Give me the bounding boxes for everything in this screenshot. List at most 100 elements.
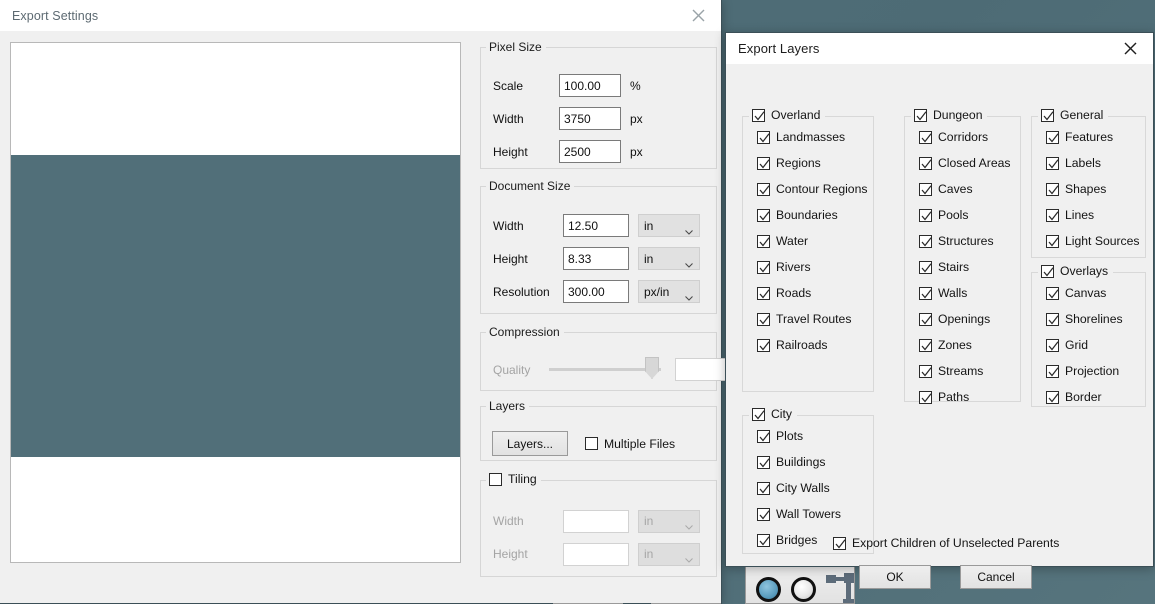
export-settings-window: Export Settings Pixel Size Scale 100.00 … [0, 0, 730, 604]
blue-orb-icon[interactable] [756, 577, 781, 602]
tiling-width-input[interactable] [563, 509, 629, 533]
layer-checkbox-features[interactable]: Features [1046, 130, 1145, 144]
tiling-checkbox[interactable]: Tiling [489, 472, 537, 486]
layer-checkbox-general[interactable]: General [1041, 108, 1103, 122]
layer-checkbox-paths[interactable]: Paths [919, 390, 1020, 404]
layer-checkbox-regions-label: Regions [776, 156, 821, 170]
layer-checkbox-grid-label: Grid [1065, 338, 1089, 352]
resolution-input[interactable] [563, 280, 629, 303]
layer-checkbox-stairs[interactable]: Stairs [919, 260, 1020, 274]
layer-checkbox-corridors[interactable]: Corridors [919, 130, 1020, 144]
quality-slider[interactable] [549, 357, 661, 379]
layer-checkbox-water[interactable]: Water [757, 234, 873, 248]
export-layers-ok-button[interactable]: OK [859, 565, 931, 589]
pixel-width-label: Width [493, 111, 524, 126]
export-settings-controls: Pixel Size Scale % Width px Height [473, 31, 730, 603]
layer-checkbox-border[interactable]: Border [1046, 390, 1145, 404]
layer-checkbox-landmasses[interactable]: Landmasses [757, 130, 873, 144]
layer-checkbox-structures[interactable]: Structures [919, 234, 1020, 248]
pixel-width-input[interactable] [559, 107, 621, 130]
wrench-icon[interactable] [826, 573, 854, 603]
layer-checkbox-lines-label: Lines [1065, 208, 1095, 222]
checkbox-box [919, 286, 932, 300]
layer-checkbox-overlays[interactable]: Overlays [1041, 264, 1108, 278]
close-icon[interactable] [676, 0, 721, 31]
layers-button[interactable]: Layers... [492, 431, 568, 456]
layer-checkbox-canvas[interactable]: Canvas [1046, 286, 1145, 300]
resolution-unit-select[interactable]: px/in [638, 280, 700, 303]
checkbox-box [489, 472, 502, 486]
layer-checkbox-shapes-label: Shapes [1065, 182, 1107, 196]
checkbox-box [757, 481, 770, 495]
scale-row: Scale % [493, 74, 641, 97]
layer-checkbox-overland[interactable]: Overland [752, 108, 820, 122]
layer-checkbox-shorelines-label: Shorelines [1065, 312, 1123, 326]
layer-checkbox-city[interactable]: City [752, 407, 792, 421]
layer-checkbox-shorelines[interactable]: Shorelines [1046, 312, 1145, 326]
layer-checkbox-city-walls[interactable]: City Walls [757, 481, 873, 495]
layer-checkbox-rivers-label: Rivers [776, 260, 811, 274]
quality-slider-thumb[interactable] [645, 357, 659, 379]
pixel-height-row: Height px [493, 140, 643, 163]
layer-checkbox-wall-towers[interactable]: Wall Towers [757, 507, 873, 521]
close-icon[interactable] [1108, 33, 1153, 64]
layer-checkbox-walls[interactable]: Walls [919, 286, 1020, 300]
doc-height-input[interactable] [563, 247, 629, 270]
checkbox-box [757, 338, 770, 352]
layer-checkbox-plots-label: Plots [776, 429, 804, 443]
export-settings-titlebar: Export Settings [0, 0, 721, 31]
layer-checkbox-plots[interactable]: Plots [757, 429, 873, 443]
checkbox-box [919, 338, 932, 352]
layer-checkbox-openings[interactable]: Openings [919, 312, 1020, 326]
document-size-group: Document Size Width in Height [480, 179, 717, 314]
layer-checkbox-shapes[interactable]: Shapes [1046, 182, 1145, 196]
layer-checkbox-pools[interactable]: Pools [919, 208, 1020, 222]
layer-checkbox-grid[interactable]: Grid [1046, 338, 1145, 352]
quality-value-input[interactable] [675, 358, 730, 381]
layer-checkbox-light-sources[interactable]: Light Sources [1046, 234, 1145, 248]
tiling-height-unit-select[interactable]: in [638, 542, 700, 566]
checkbox-box [919, 260, 932, 274]
layer-checkbox-contour-regions[interactable]: Contour Regions [757, 182, 873, 196]
layer-checkbox-caves[interactable]: Caves [919, 182, 1020, 196]
scale-input[interactable] [559, 74, 621, 97]
tiling-width-unit-select[interactable]: in [638, 509, 700, 533]
layer-checkbox-buildings[interactable]: Buildings [757, 455, 873, 469]
compression-legend: Compression [489, 325, 560, 339]
layer-checkbox-rivers[interactable]: Rivers [757, 260, 873, 274]
doc-width-input[interactable] [563, 214, 629, 237]
layer-checkbox-closed-areas[interactable]: Closed Areas [919, 156, 1020, 170]
layer-checkbox-roads[interactable]: Roads [757, 286, 873, 300]
layer-checkbox-travel-routes[interactable]: Travel Routes [757, 312, 873, 326]
layer-checkbox-structures-label: Structures [938, 234, 994, 248]
tiling-legend-wrap: Tiling [486, 472, 541, 489]
layer-checkbox-overland-label: Overland [771, 108, 821, 122]
layer-checkbox-lines[interactable]: Lines [1046, 208, 1145, 222]
white-orb-icon[interactable] [791, 577, 816, 602]
export-children-label: Export Children of Unselected Parents [852, 536, 1060, 550]
layer-checkbox-projection[interactable]: Projection [1046, 364, 1145, 378]
resolution-row: Resolution px/in [493, 280, 700, 303]
doc-height-unit-select[interactable]: in [638, 247, 700, 270]
multiple-files-checkbox[interactable]: Multiple Files [585, 437, 675, 451]
layer-checkbox-railroads[interactable]: Railroads [757, 338, 873, 352]
layer-checkbox-zones-label: Zones [938, 338, 972, 352]
layer-checkbox-dungeon[interactable]: Dungeon [914, 108, 982, 122]
layer-checkbox-boundaries[interactable]: Boundaries [757, 208, 873, 222]
pixel-height-label: Height [493, 144, 528, 159]
layer-checkbox-streams-label: Streams [938, 364, 984, 378]
doc-width-unit-select[interactable]: in [638, 214, 700, 237]
layer-checkbox-streams[interactable]: Streams [919, 364, 1020, 378]
checkbox-box [757, 156, 770, 170]
layer-group-overland: Overland Landmasses Regions Contour Regions… [742, 108, 874, 392]
checkbox-box [757, 130, 770, 144]
layer-checkbox-zones[interactable]: Zones [919, 338, 1020, 352]
pixel-height-input[interactable] [559, 140, 621, 163]
export-children-checkbox[interactable]: Export Children of Unselected Parents [833, 536, 1059, 550]
layer-checkbox-regions[interactable]: Regions [757, 156, 873, 170]
layer-checkbox-labels[interactable]: Labels [1046, 156, 1145, 170]
layers-group: Layers Layers... Multiple Files [480, 399, 717, 461]
export-layers-cancel-button[interactable]: Cancel [960, 565, 1032, 589]
checkbox-box [757, 429, 770, 443]
tiling-height-input[interactable] [563, 542, 629, 566]
